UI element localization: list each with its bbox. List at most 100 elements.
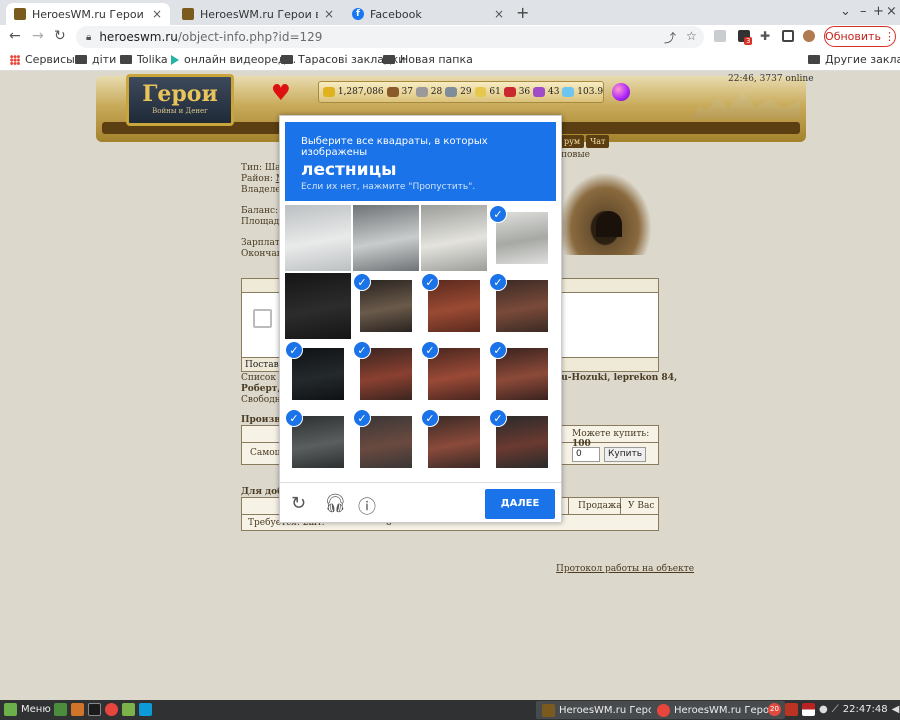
address-bar[interactable]: 🔒︎ heroeswm.ru/object-info.php?id=129 (76, 26, 704, 48)
tab-facebook[interactable]: f Facebook × (344, 3, 512, 25)
captcha-tile[interactable]: ✓ (353, 273, 419, 339)
selected-check-icon: ✓ (353, 409, 371, 427)
object-balance: Баланс: (241, 206, 279, 216)
url-host: heroeswm.ru (99, 30, 178, 44)
tab-heroeswm-1[interactable]: HeroesWM.ru Герои войны и ... × (6, 3, 170, 25)
new-tab-plus-icon[interactable]: + (516, 3, 529, 22)
buy-button[interactable]: Купить (604, 447, 646, 462)
start-menu-button[interactable]: Меню (4, 703, 51, 716)
next-button[interactable]: ДАЛЕЕ (485, 489, 555, 519)
tab-close-icon[interactable]: × (152, 7, 162, 21)
server-clock: 22:46, 3737 online (728, 74, 814, 84)
captcha-tile[interactable]: ✓ (489, 409, 555, 475)
bookmark-kids[interactable]: діти (75, 53, 116, 66)
you-have-header: У Вас (628, 501, 655, 511)
logo-subtitle: Войны и Денег (152, 107, 208, 115)
mercury-icon (445, 87, 458, 97)
close-window-icon[interactable]: × (886, 4, 897, 19)
notification-badge[interactable]: 20 (768, 703, 781, 716)
captcha-tile[interactable]: ✓ (421, 341, 487, 407)
selected-check-icon: ✓ (421, 409, 439, 427)
captcha-tile[interactable] (353, 205, 419, 271)
files-icon[interactable] (122, 703, 135, 716)
captcha-tile[interactable]: ✓ (285, 409, 351, 475)
bookmark-services[interactable]: Сервисы (10, 53, 75, 66)
chrome-icon[interactable] (105, 703, 118, 716)
terminal-icon[interactable] (88, 703, 101, 716)
taskbar-window-1[interactable]: HeroesWM.ru Геро... (536, 701, 670, 719)
info-icon[interactable]: ⓘ (358, 493, 376, 519)
bookmark-label: Сервисы (25, 53, 75, 66)
other-bookmarks[interactable]: Другие закладки (808, 53, 900, 66)
update-browser-button[interactable]: Обновить ⋮ (824, 26, 896, 47)
diamond-amount: 103.9 (577, 87, 604, 97)
browser-toolbar: ← → ↻ 🔒︎ heroeswm.ru/object-info.php?id=… (0, 25, 900, 49)
captcha-tile[interactable]: ✓ (489, 273, 555, 339)
recaptcha-checkbox[interactable] (253, 309, 272, 328)
tab-close-icon[interactable]: × (494, 7, 504, 21)
clock: 22:47:48 (842, 704, 888, 715)
minimize-icon[interactable]: – (860, 4, 867, 19)
captcha-tile[interactable] (285, 273, 351, 339)
firefox-icon[interactable] (71, 703, 84, 716)
back-arrow-icon[interactable]: ← (9, 28, 21, 44)
game-logo[interactable]: Герои Войны и Денег (126, 74, 234, 126)
captcha-tile[interactable]: ✓ (353, 409, 419, 475)
desktop-icon[interactable] (54, 703, 67, 716)
taskbar-window-2[interactable]: HeroesWM.ru Геро... (651, 701, 785, 719)
bookmark-new-folder[interactable]: Новая папка (383, 53, 473, 66)
health-heart-icon[interactable]: ♥ (271, 81, 291, 106)
gold-icon (323, 87, 335, 97)
skype-icon[interactable] (139, 703, 152, 716)
maximize-icon[interactable]: + (873, 4, 884, 19)
reload-icon[interactable]: ↻ (54, 28, 66, 44)
protocol-link[interactable]: Протокол работы на объекте (556, 564, 694, 574)
user-icon[interactable]: ● (819, 704, 828, 715)
shield-icon[interactable] (785, 703, 798, 716)
logo-title: Герои (142, 81, 218, 107)
menu-forum[interactable]: рум (560, 135, 585, 148)
challenge-header: Выберите все квадраты, в которых изображ… (285, 122, 556, 201)
captcha-tile[interactable]: ✓ (285, 341, 351, 407)
bookmark-star-icon[interactable]: ☆ (686, 29, 697, 43)
quick-launch (54, 703, 152, 716)
challenge-divider (280, 482, 561, 483)
gems-icon (533, 87, 545, 97)
window-title: HeroesWM.ru Геро... (674, 704, 779, 716)
share-icon[interactable]: ⤴ (664, 29, 676, 46)
chrome-app-icon (657, 703, 670, 717)
selected-check-icon: ✓ (489, 341, 507, 359)
network-icon[interactable]: ⟋ (832, 704, 839, 715)
tab-close-icon[interactable]: × (324, 7, 334, 21)
tab-heroeswm-2[interactable]: HeroesWM.ru Герои войны и ... × (174, 3, 342, 25)
bookmark-tolika[interactable]: Tolika (120, 53, 168, 66)
captcha-tile[interactable] (421, 205, 487, 271)
tab-search-chevron-icon[interactable]: ⌄ (840, 4, 851, 19)
audio-challenge-icon[interactable]: 🎧︎ (324, 493, 347, 514)
extension-translate-icon[interactable] (714, 30, 726, 42)
gems-amount: 43 (547, 87, 560, 97)
captcha-tile[interactable]: ✓ (489, 341, 555, 407)
captcha-tile[interactable]: ✓ (421, 409, 487, 475)
reload-challenge-icon[interactable]: ↻ (291, 493, 306, 514)
captcha-tile[interactable]: ✓ (489, 205, 555, 271)
captcha-tile[interactable]: ✓ (353, 341, 419, 407)
profile-avatar[interactable] (803, 30, 815, 42)
captcha-tile[interactable] (285, 205, 351, 271)
menu-chat[interactable]: Чат (586, 135, 610, 148)
volume-icon[interactable]: ◀ (892, 704, 900, 715)
bookmarks-bar: Сервисы діти Tolika онлайн видеоред... Т… (0, 49, 900, 71)
selected-check-icon: ✓ (285, 409, 303, 427)
apps-grid-icon (10, 54, 20, 65)
sulfur-icon (474, 87, 487, 97)
forward-arrow-icon[interactable]: → (32, 28, 44, 44)
bookmark-video-editor[interactable]: онлайн видеоред... (171, 53, 296, 66)
quantity-input[interactable]: 0 (572, 447, 600, 462)
bookmark-label: діти (92, 53, 117, 66)
side-panel-icon[interactable] (782, 30, 794, 42)
extensions-puzzle-icon[interactable]: ✚ (760, 29, 770, 43)
captcha-tile[interactable]: ✓ (421, 273, 487, 339)
magic-orb-icon[interactable] (612, 83, 630, 101)
us-flag-icon[interactable] (802, 703, 815, 716)
crystal-icon (503, 87, 516, 97)
